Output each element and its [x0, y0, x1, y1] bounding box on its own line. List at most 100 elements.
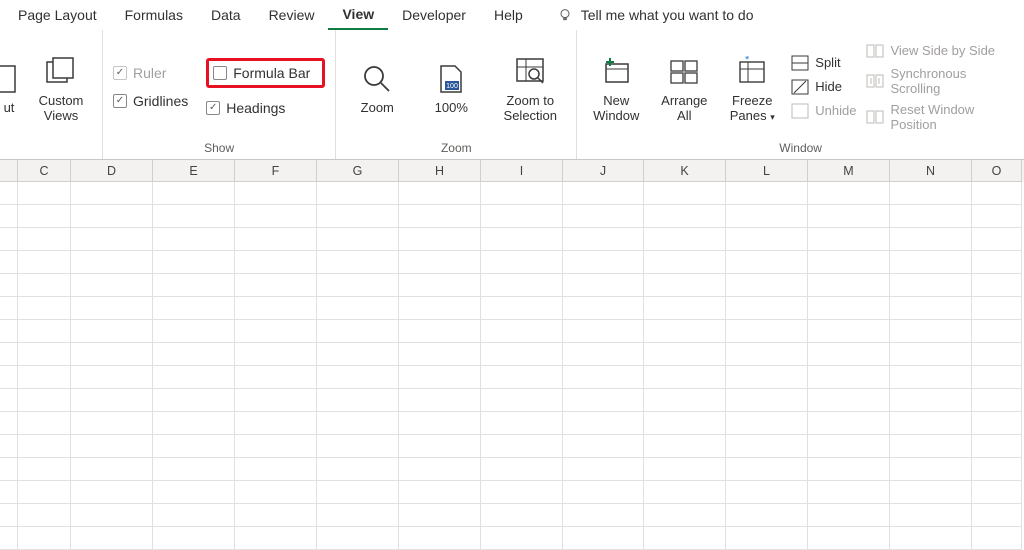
zoom-100-button[interactable]: 100 100%: [420, 57, 482, 116]
cell[interactable]: [399, 527, 481, 550]
page-break-preview-button-cut[interactable]: ut: [0, 57, 18, 116]
cell[interactable]: [726, 435, 808, 458]
cell[interactable]: [235, 182, 317, 205]
grid-row[interactable]: [0, 527, 1024, 550]
cell[interactable]: [726, 343, 808, 366]
cell[interactable]: [71, 481, 153, 504]
cell[interactable]: [0, 251, 18, 274]
cell[interactable]: [399, 251, 481, 274]
cell[interactable]: [153, 205, 235, 228]
tab-review[interactable]: Review: [255, 1, 329, 29]
cell[interactable]: [644, 228, 726, 251]
cell[interactable]: [890, 274, 972, 297]
cell[interactable]: [972, 274, 1022, 297]
cell[interactable]: [399, 504, 481, 527]
cell[interactable]: [317, 435, 399, 458]
cell[interactable]: [0, 504, 18, 527]
cell[interactable]: [481, 481, 563, 504]
cell[interactable]: [317, 412, 399, 435]
cell[interactable]: [808, 481, 890, 504]
column-header[interactable]: K: [644, 160, 726, 182]
column-header[interactable]: M: [808, 160, 890, 182]
cell[interactable]: [71, 458, 153, 481]
cell[interactable]: [18, 435, 71, 458]
cell[interactable]: [808, 366, 890, 389]
cell[interactable]: [0, 205, 18, 228]
grid-row[interactable]: [0, 412, 1024, 435]
cell[interactable]: [972, 504, 1022, 527]
cell[interactable]: [481, 412, 563, 435]
cell[interactable]: [399, 366, 481, 389]
tab-page-layout[interactable]: Page Layout: [4, 1, 111, 29]
cell[interactable]: [153, 228, 235, 251]
grid-row[interactable]: [0, 504, 1024, 527]
cell[interactable]: [644, 389, 726, 412]
cell[interactable]: [399, 205, 481, 228]
cell[interactable]: [0, 435, 18, 458]
cell[interactable]: [890, 228, 972, 251]
cell[interactable]: [481, 274, 563, 297]
cell[interactable]: [71, 527, 153, 550]
custom-views-button[interactable]: Custom Views: [30, 50, 92, 124]
column-header[interactable]: E: [153, 160, 235, 182]
cell[interactable]: [0, 366, 18, 389]
column-header[interactable]: J: [563, 160, 644, 182]
cell[interactable]: [71, 320, 153, 343]
cell[interactable]: [808, 458, 890, 481]
cell[interactable]: [808, 297, 890, 320]
cell[interactable]: [153, 343, 235, 366]
cell[interactable]: [71, 504, 153, 527]
cell[interactable]: [399, 274, 481, 297]
cell[interactable]: [235, 205, 317, 228]
cell[interactable]: [71, 251, 153, 274]
cell[interactable]: [235, 481, 317, 504]
cell[interactable]: [726, 366, 808, 389]
cell[interactable]: [399, 458, 481, 481]
cell[interactable]: [481, 527, 563, 550]
cell[interactable]: [71, 274, 153, 297]
cell[interactable]: [972, 228, 1022, 251]
cell[interactable]: [18, 527, 71, 550]
cell[interactable]: [153, 274, 235, 297]
cell[interactable]: [644, 251, 726, 274]
cell[interactable]: [890, 481, 972, 504]
cell[interactable]: [399, 481, 481, 504]
cell[interactable]: [644, 205, 726, 228]
cell[interactable]: [235, 389, 317, 412]
cell[interactable]: [563, 412, 644, 435]
cell[interactable]: [481, 366, 563, 389]
cell[interactable]: [71, 297, 153, 320]
cell[interactable]: [0, 412, 18, 435]
grid-row[interactable]: [0, 320, 1024, 343]
cell[interactable]: [18, 343, 71, 366]
cell[interactable]: [317, 320, 399, 343]
cell[interactable]: [0, 458, 18, 481]
cell[interactable]: [890, 366, 972, 389]
cell[interactable]: [890, 527, 972, 550]
column-headers[interactable]: C D E F G H I J K L M N O: [0, 160, 1024, 182]
cell[interactable]: [153, 297, 235, 320]
cell[interactable]: [972, 182, 1022, 205]
freeze-panes-button[interactable]: * Freeze Panes ▾: [723, 50, 781, 124]
cell[interactable]: [153, 481, 235, 504]
cell[interactable]: [644, 504, 726, 527]
cell[interactable]: [0, 527, 18, 550]
cell[interactable]: [644, 458, 726, 481]
column-header[interactable]: C: [18, 160, 71, 182]
cell[interactable]: [808, 343, 890, 366]
cell[interactable]: [18, 320, 71, 343]
cell[interactable]: [235, 458, 317, 481]
grid-row[interactable]: [0, 481, 1024, 504]
cell[interactable]: [890, 458, 972, 481]
cell[interactable]: [972, 435, 1022, 458]
cell[interactable]: [808, 412, 890, 435]
cell[interactable]: [317, 504, 399, 527]
grid-row[interactable]: [0, 458, 1024, 481]
cell[interactable]: [235, 504, 317, 527]
tab-view[interactable]: View: [328, 0, 388, 30]
cell[interactable]: [808, 205, 890, 228]
split-button[interactable]: Split: [791, 54, 856, 72]
cell[interactable]: [481, 228, 563, 251]
cell[interactable]: [18, 228, 71, 251]
cell[interactable]: [71, 343, 153, 366]
